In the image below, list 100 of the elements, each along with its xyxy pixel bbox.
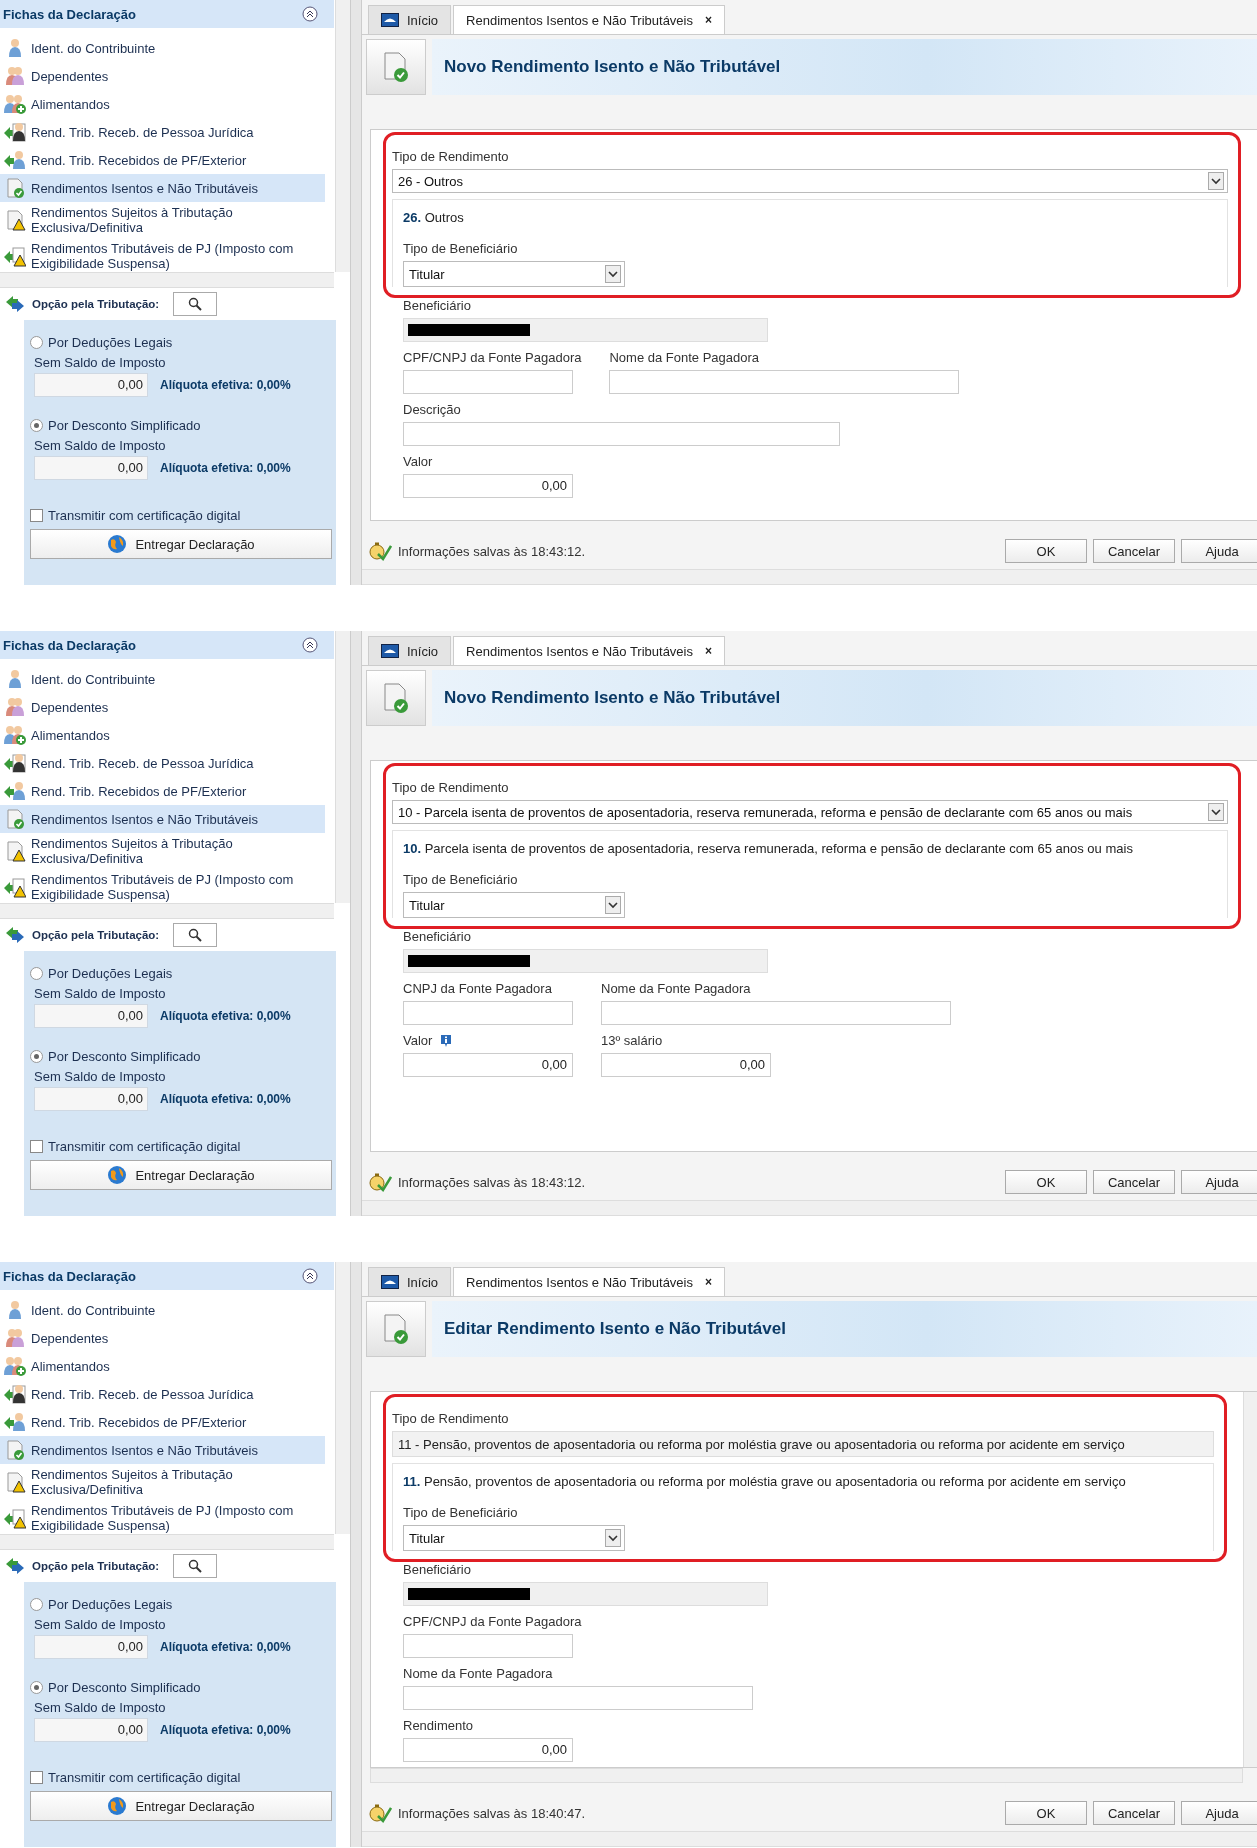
sidebar-item[interactable]: Ident. do Contribuinte — [0, 1296, 325, 1324]
scrollbar[interactable] — [335, 631, 350, 903]
input-field[interactable]: 0,00 — [403, 1053, 573, 1077]
sidebar-title: Fichas da Declaração — [3, 637, 136, 653]
search-button[interactable] — [173, 292, 218, 316]
sidebar-item[interactable]: Ident. do Contribuinte — [0, 34, 325, 62]
splitter[interactable] — [350, 631, 362, 1216]
scrollbar[interactable] — [0, 903, 334, 919]
sidebar-item[interactable]: Rendimentos Sujeitos à Tributação Exclusiva/Definitiva — [0, 833, 325, 869]
sidebar-item[interactable]: Rendimentos Tributáveis de PJ (Imposto com Exigibilidade Suspensa) — [0, 1500, 325, 1534]
sidebar-item[interactable]: Rend. Trib. Recebidos de PF/Exterior — [0, 1408, 325, 1436]
close-button[interactable]: × — [705, 1275, 712, 1289]
sidebar-item[interactable]: Dependentes — [0, 693, 325, 721]
sidebar-item[interactable]: Rendimentos Isentos e Não Tributáveis — [0, 174, 325, 202]
search-button[interactable] — [173, 1554, 218, 1578]
dialog-button[interactable]: OK — [1005, 539, 1087, 563]
splitter[interactable] — [350, 1262, 362, 1847]
radio-button[interactable] — [30, 966, 43, 980]
tab[interactable]: Rendimentos Isentos e Não Tributáveis × — [453, 5, 725, 34]
dialog-button[interactable]: Ajuda — [1181, 1170, 1257, 1194]
income-type-dropdown[interactable]: 26 - Outros — [392, 169, 1228, 193]
submit-button[interactable]: Entregar Declaração — [30, 1160, 332, 1190]
tab[interactable]: Início — [368, 636, 452, 665]
radio-label[interactable]: Por Deduções Legais — [48, 965, 173, 981]
input-field[interactable] — [609, 370, 960, 394]
tab[interactable]: Início — [368, 5, 452, 34]
tab[interactable]: Rendimentos Isentos e Não Tributáveis × — [453, 636, 725, 665]
sidebar-item[interactable]: Rendimentos Sujeitos à Tributação Exclusiva/Definitiva — [0, 202, 325, 238]
rate-text: Alíquota efetiva: 0,00% — [160, 1009, 291, 1023]
sidebar-item[interactable]: Rend. Trib. Recebidos de PF/Exterior — [0, 777, 325, 805]
sidebar-item[interactable]: Rendimentos Isentos e Não Tributáveis — [0, 805, 325, 833]
scrollbar[interactable] — [1243, 1392, 1257, 1767]
input-field[interactable]: 0,00 — [403, 1738, 573, 1762]
scrollbar[interactable] — [335, 0, 350, 272]
checkbox-label[interactable]: Transmitir com certificação digital — [48, 1770, 241, 1785]
dialog-button[interactable]: OK — [1005, 1801, 1087, 1825]
field-label: Nome da Fonte Pagadora — [609, 350, 760, 365]
close-button[interactable]: × — [705, 644, 712, 658]
radio-button[interactable] — [30, 418, 43, 432]
dialog-button[interactable]: Cancelar — [1093, 1170, 1175, 1194]
sidebar-item[interactable]: Rend. Trib. Recebidos de PF/Exterior — [0, 146, 325, 174]
scrollbar[interactable] — [370, 1768, 1243, 1783]
radio-label[interactable]: Por Deduções Legais — [48, 1596, 173, 1612]
radio-label[interactable]: Por Desconto Simplificado — [48, 1048, 201, 1064]
radio-button[interactable] — [30, 1049, 43, 1063]
dialog-button[interactable]: OK — [1005, 1170, 1087, 1194]
sidebar-item[interactable]: Alimentandos — [0, 721, 325, 749]
globe-icon — [107, 1165, 128, 1185]
sidebar-item[interactable]: Rend. Trib. Receb. de Pessoa Jurídica — [0, 118, 325, 146]
checkbox[interactable] — [30, 509, 43, 522]
checkbox-label[interactable]: Transmitir com certificação digital — [48, 1139, 241, 1154]
dialog-button[interactable]: Ajuda — [1181, 539, 1257, 563]
scrollbar[interactable] — [362, 569, 1257, 585]
dialog-button[interactable]: Ajuda — [1181, 1801, 1257, 1825]
tab[interactable]: Início — [368, 1267, 452, 1296]
sidebar-item[interactable]: Ident. do Contribuinte — [0, 665, 325, 693]
dialog-button[interactable]: Cancelar — [1093, 1801, 1175, 1825]
beneficiary-type-dropdown[interactable]: Titular — [403, 892, 625, 918]
beneficiary-type-dropdown[interactable]: Titular — [403, 1525, 625, 1551]
income-type-dropdown[interactable]: 10 - Parcela isenta de proventos de aposentadoria, reserva remunerada, reforma e pensão de declarante com 65 anos ou mais — [392, 800, 1228, 824]
radio-label[interactable]: Por Desconto Simplificado — [48, 1679, 201, 1695]
dialog-button[interactable]: Cancelar — [1093, 539, 1175, 563]
tab[interactable]: Rendimentos Isentos e Não Tributáveis × — [453, 1267, 725, 1296]
input-field[interactable] — [403, 370, 573, 394]
sidebar-item[interactable]: Rend. Trib. Receb. de Pessoa Jurídica — [0, 749, 325, 777]
input-field[interactable] — [403, 1686, 753, 1710]
radio-button[interactable] — [30, 1680, 43, 1694]
scrollbar[interactable] — [362, 1831, 1257, 1847]
radio-button[interactable] — [30, 1597, 43, 1611]
scrollbar[interactable] — [0, 272, 334, 288]
sidebar-item[interactable]: Rendimentos Tributáveis de PJ (Imposto com Exigibilidade Suspensa) — [0, 238, 325, 272]
checkbox-label[interactable]: Transmitir com certificação digital — [48, 508, 241, 523]
scrollbar[interactable] — [335, 1262, 350, 1534]
sidebar-item[interactable]: Rendimentos Sujeitos à Tributação Exclusiva/Definitiva — [0, 1464, 325, 1500]
scrollbar[interactable] — [0, 1534, 334, 1550]
checkbox[interactable] — [30, 1771, 43, 1784]
input-field[interactable] — [403, 1634, 573, 1658]
search-button[interactable] — [173, 923, 218, 947]
checkbox[interactable] — [30, 1140, 43, 1153]
sidebar-item[interactable]: Alimentandos — [0, 1352, 325, 1380]
sidebar-item[interactable]: Dependentes — [0, 62, 325, 90]
input-field[interactable]: 0,00 — [601, 1053, 771, 1077]
radio-label[interactable]: Por Deduções Legais — [48, 334, 173, 350]
input-field[interactable] — [403, 422, 840, 446]
radio-button[interactable] — [30, 335, 43, 349]
input-field[interactable]: 0,00 — [403, 474, 573, 498]
submit-button[interactable]: Entregar Declaração — [30, 529, 332, 559]
submit-button[interactable]: Entregar Declaração — [30, 1791, 332, 1821]
sidebar-item[interactable]: Rendimentos Tributáveis de PJ (Imposto com Exigibilidade Suspensa) — [0, 869, 325, 903]
radio-label[interactable]: Por Desconto Simplificado — [48, 417, 201, 433]
sidebar-item[interactable]: Alimentandos — [0, 90, 325, 118]
beneficiary-type-dropdown[interactable]: Titular — [403, 261, 625, 287]
sidebar-item[interactable]: Dependentes — [0, 1324, 325, 1352]
splitter[interactable] — [350, 0, 362, 585]
scrollbar[interactable] — [362, 1200, 1257, 1216]
close-button[interactable]: × — [705, 13, 712, 27]
sidebar-item[interactable]: Rendimentos Isentos e Não Tributáveis — [0, 1436, 325, 1464]
input-field[interactable] — [403, 1001, 573, 1025]
input-field[interactable] — [601, 1001, 951, 1025]
sidebar-item[interactable]: Rend. Trib. Receb. de Pessoa Jurídica — [0, 1380, 325, 1408]
